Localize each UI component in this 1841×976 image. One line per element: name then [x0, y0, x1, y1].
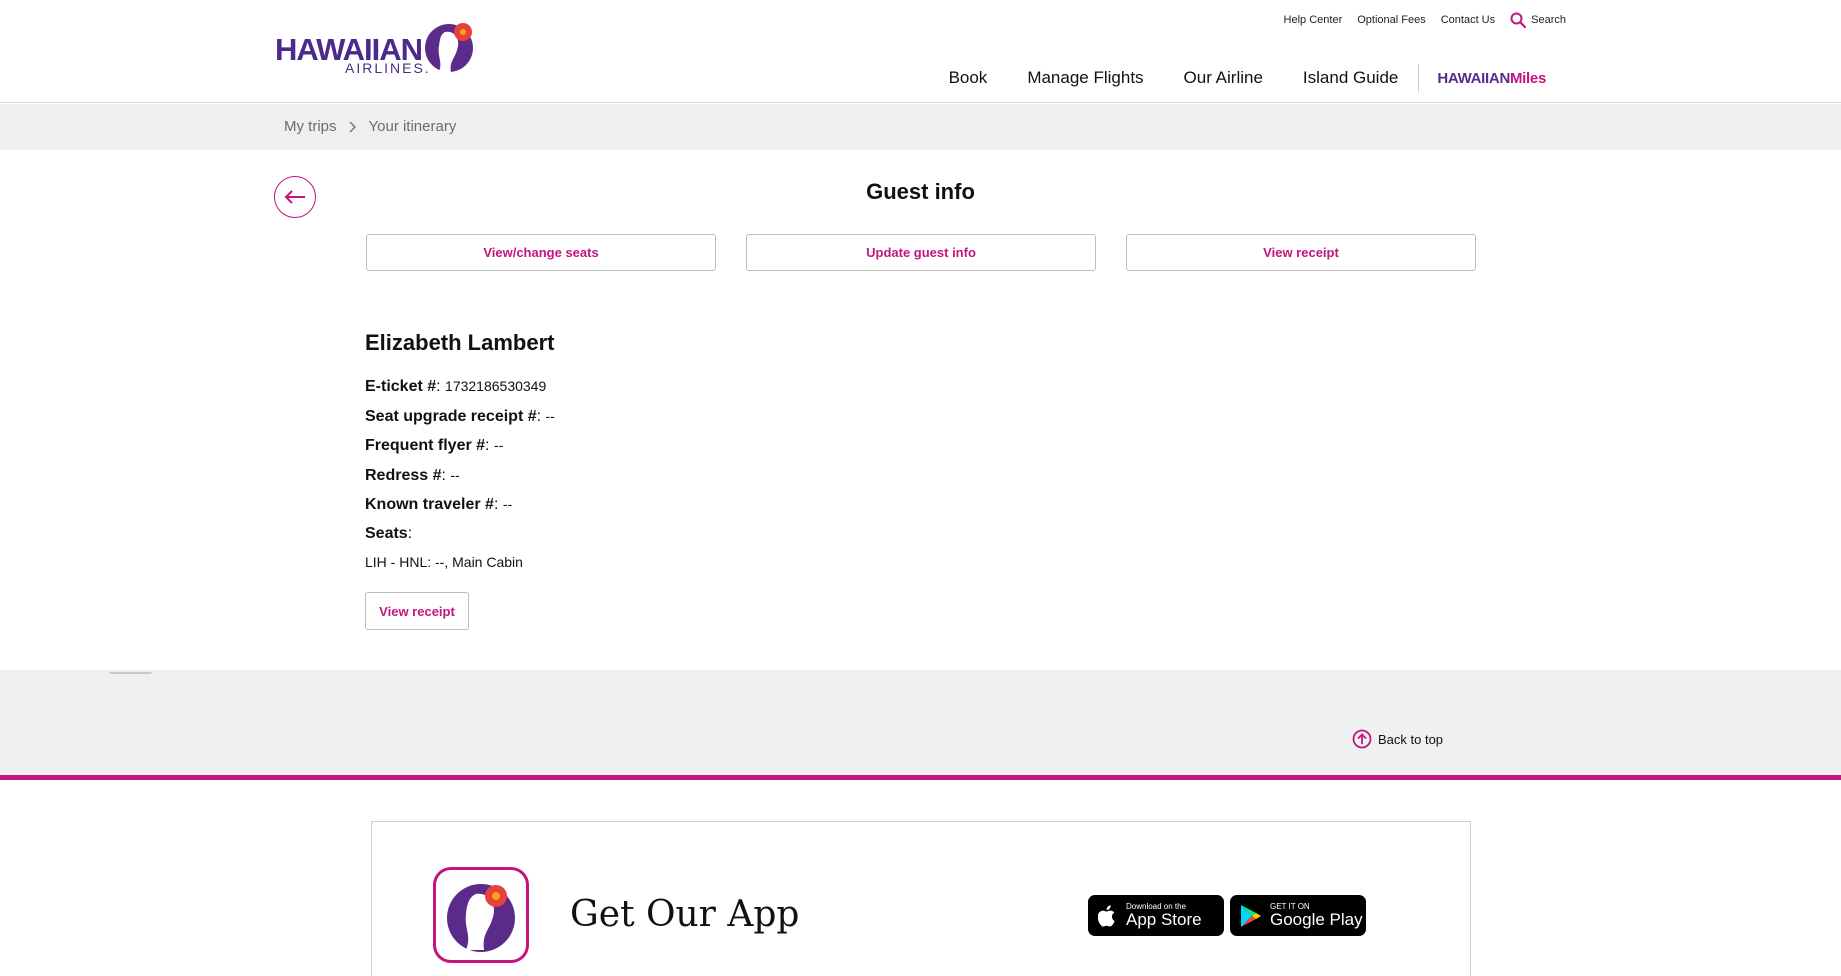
redress-row: Redress #: -- — [365, 466, 460, 484]
hawaiian-airlines-logo[interactable]: HAWAIIAN AIRLINES. — [275, 18, 475, 78]
guest-view-receipt-button[interactable]: View receipt — [365, 592, 469, 630]
seat-upgrade-label: Seat upgrade receipt # — [365, 407, 537, 425]
eticket-label: E-ticket # — [365, 378, 437, 395]
search-link[interactable]: Search — [1510, 12, 1566, 28]
site-header: HAWAIIAN AIRLINES. Help Center Optional … — [0, 0, 1841, 103]
page-title: Guest info — [866, 179, 975, 204]
breadcrumb-my-trips[interactable]: My trips — [284, 118, 337, 135]
arrow-up-circle-icon — [1352, 729, 1372, 749]
seat-assignment: LIH - HNL: --, Main Cabin — [365, 554, 523, 570]
google-play-big: Google Play — [1270, 910, 1363, 929]
nav-manage-flights[interactable]: Manage Flights — [1027, 68, 1143, 88]
seat-upgrade-row: Seat upgrade receipt #: -- — [365, 407, 555, 425]
seat-upgrade-value: -- — [545, 407, 555, 424]
nav-divider — [1418, 64, 1420, 92]
seats-row: Seats: — [365, 524, 413, 542]
chevron-right-icon — [348, 120, 356, 133]
google-play-badge[interactable]: GET IT ON Google Play — [1230, 895, 1366, 936]
utility-nav: Help Center Optional Fees Contact Us Sea… — [1284, 12, 1566, 28]
app-promo-title: Get Our App — [570, 894, 800, 935]
known-traveler-label: Known traveler # — [365, 496, 494, 513]
frequent-flyer-value: -- — [493, 437, 504, 453]
google-play-text: GET IT ON Google Play — [1270, 902, 1363, 929]
search-icon — [1510, 12, 1527, 28]
breadcrumb: My trips Your itinerary — [284, 118, 456, 135]
view-receipt-button[interactable]: View receipt — [1126, 234, 1476, 271]
app-promo: Get Our App Download on the App Store GE… — [371, 821, 1471, 976]
nav-book[interactable]: Book — [949, 68, 988, 88]
redress-label: Redress # — [365, 466, 442, 484]
eticket-row: E-ticket #: 1732186530349 — [365, 378, 547, 395]
app-store-big: App Store — [1126, 910, 1202, 929]
view-change-seats-button[interactable]: View/change seats — [366, 234, 716, 271]
guest-details: E-ticket #: 1732186530349 Seat upgrade r… — [365, 375, 555, 570]
redress-value: -- — [450, 466, 460, 483]
update-guest-info-button[interactable]: Update guest info — [746, 234, 1096, 271]
nav-our-airline[interactable]: Our Airline — [1184, 68, 1263, 88]
apple-icon — [1098, 904, 1115, 927]
app-store-text: Download on the App Store — [1126, 902, 1202, 929]
known-traveler-row: Known traveler #: -- — [365, 496, 513, 513]
known-traveler-value: -- — [502, 496, 513, 512]
nav-hawaiian-miles[interactable]: HAWAIIANMiles — [1437, 70, 1546, 87]
frequent-flyer-row: Frequent flyer #: -- — [365, 437, 504, 454]
help-center-link[interactable]: Help Center — [1284, 14, 1343, 26]
guest-name: Elizabeth Lambert — [365, 330, 555, 355]
back-to-top-label: Back to top — [1378, 731, 1444, 747]
pualani-app-icon — [447, 884, 515, 952]
main-nav: Book Manage Flights Our Airline Island G… — [909, 64, 1546, 92]
contact-us-link[interactable]: Contact Us — [1441, 14, 1495, 26]
decorative-mark — [108, 670, 153, 674]
miles-suffix: Miles — [1509, 69, 1546, 87]
miles-wordmark: HAWAIIAN — [1437, 69, 1510, 87]
logo-subtitle: AIRLINES. — [345, 60, 431, 76]
back-to-top-link[interactable]: Back to top — [1352, 729, 1443, 749]
optional-fees-link[interactable]: Optional Fees — [1357, 14, 1425, 26]
frequent-flyer-label: Frequent flyer # — [365, 437, 486, 454]
search-label: Search — [1531, 14, 1566, 26]
nav-island-guide[interactable]: Island Guide — [1303, 68, 1398, 88]
eticket-value: 1732186530349 — [445, 378, 547, 394]
breadcrumb-bar: My trips Your itinerary — [0, 104, 1841, 150]
breadcrumb-current: Your itinerary — [368, 118, 457, 135]
seats-label: Seats — [365, 524, 408, 542]
pualani-logo-icon — [425, 23, 473, 72]
footer-band — [0, 670, 1841, 775]
app-store-badge[interactable]: Download on the App Store — [1088, 895, 1224, 936]
app-icon — [433, 867, 529, 963]
google-play-icon — [1241, 904, 1261, 927]
footer-accent-rule — [0, 775, 1841, 780]
